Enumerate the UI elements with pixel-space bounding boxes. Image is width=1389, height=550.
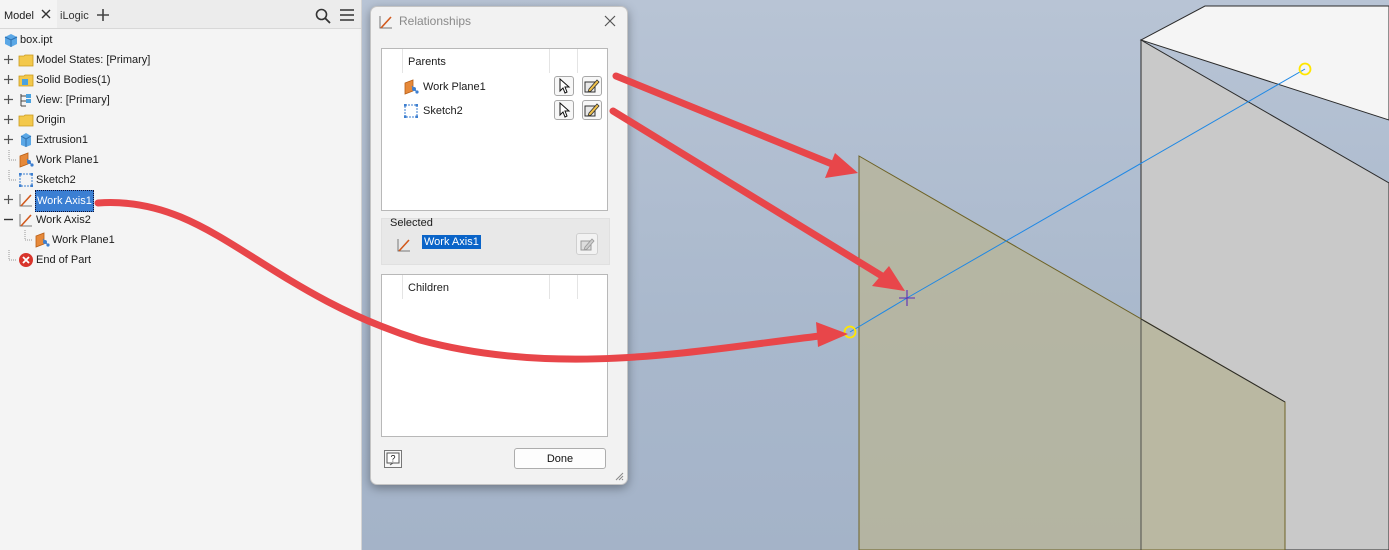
tree-item-label: Sketch2 — [36, 174, 76, 186]
part-icon — [4, 34, 18, 47]
dialog-title: Relationships — [399, 14, 472, 28]
tree-item-label: Model States: [Primary] — [36, 54, 151, 66]
collapse-minus-icon[interactable] — [4, 215, 13, 224]
tree-item-sketch2[interactable]: Sketch2 — [0, 170, 360, 190]
close-icon[interactable] — [40, 8, 52, 20]
tree-item-view[interactable]: View: [Primary] — [0, 90, 360, 110]
tree-item-work-plane1[interactable]: Work Plane1 — [0, 150, 360, 170]
solid-bodies-folder-icon — [18, 74, 34, 87]
folder-icon — [18, 54, 34, 67]
cursor-icon — [559, 77, 571, 94]
work-axis-icon — [19, 214, 32, 227]
tree-connector-line — [8, 250, 17, 261]
work-axis-icon — [397, 239, 410, 252]
expand-plus-icon[interactable] — [4, 115, 13, 124]
tab-model-label: Model — [4, 10, 34, 22]
select-parent-button[interactable] — [554, 100, 574, 120]
work-axis-icon — [19, 194, 32, 207]
parent-label: Work Plane1 — [423, 81, 486, 93]
selected-group-label: Selected — [390, 217, 433, 229]
edit-icon — [580, 238, 595, 251]
add-tab-icon[interactable] — [96, 8, 110, 22]
model-browser-panel: Model iLogic box.ipt Model States: [Prim… — [0, 0, 362, 550]
tree-connector-line — [24, 230, 33, 241]
parent-row-sketch2[interactable]: Sketch2 — [382, 99, 607, 123]
expand-plus-icon[interactable] — [4, 55, 13, 64]
done-button[interactable]: Done — [514, 448, 606, 469]
edit-parent-button[interactable] — [582, 76, 602, 96]
work-plane-icon — [35, 232, 50, 248]
tree-connector-line — [8, 170, 17, 181]
tree-item-label: Solid Bodies(1) — [36, 74, 111, 86]
expand-plus-icon[interactable] — [4, 195, 13, 204]
work-plane-icon — [404, 79, 419, 95]
children-header-label: Children — [408, 282, 449, 294]
tree-item-label: Work Plane1 — [52, 234, 115, 246]
edit-selected-button[interactable] — [576, 233, 598, 255]
tree-connector-line — [8, 150, 17, 161]
tree-item-solid-bodies[interactable]: Solid Bodies(1) — [0, 70, 360, 90]
help-icon: ? — [386, 452, 400, 466]
edit-icon — [584, 79, 600, 93]
parents-header: Parents — [382, 49, 607, 73]
tree-item-model-states[interactable]: Model States: [Primary] — [0, 50, 360, 70]
search-icon[interactable] — [315, 8, 331, 24]
tab-model[interactable]: Model — [0, 0, 57, 28]
tree-item-box-ipt[interactable]: box.ipt — [0, 30, 360, 50]
tree-item-label: Work Axis2 — [36, 214, 91, 226]
work-axis-icon — [379, 16, 392, 29]
tree-item-label: View: [Primary] — [36, 94, 110, 106]
parents-list[interactable]: Parents Work Plane1 Sketch2 — [381, 48, 608, 211]
extrusion-icon — [20, 133, 32, 147]
menu-icon[interactable] — [340, 9, 354, 21]
expand-plus-icon[interactable] — [4, 135, 13, 144]
select-parent-button[interactable] — [554, 76, 574, 96]
tree-item-label: Origin — [36, 114, 66, 126]
tree-item-work-axis2[interactable]: Work Axis2 — [0, 210, 360, 230]
tree-item-label: Work Axis1 — [35, 190, 94, 212]
relationships-dialog: Relationships Parents Work Plane1 Sketch… — [370, 6, 628, 485]
selected-value: Work Axis1 — [422, 235, 481, 249]
help-button[interactable]: ? — [384, 450, 402, 468]
sketch-icon — [404, 104, 418, 118]
tree-item-work-axis1[interactable]: Work Axis1 — [0, 190, 360, 212]
expand-plus-icon[interactable] — [4, 75, 13, 84]
close-icon[interactable] — [604, 15, 616, 27]
browser-tab-bar: Model iLogic — [0, 0, 361, 29]
tree-item-label: End of Part — [36, 254, 92, 266]
parent-label: Sketch2 — [423, 105, 463, 117]
tree-item-work-plane1-child[interactable]: Work Plane1 — [0, 230, 360, 250]
children-list[interactable]: Children — [381, 274, 608, 437]
tab-ilogic[interactable]: iLogic — [60, 0, 89, 28]
expand-plus-icon[interactable] — [4, 95, 13, 104]
edit-parent-button[interactable] — [582, 100, 602, 120]
edit-icon — [584, 103, 600, 117]
tree-item-label: Work Plane1 — [36, 154, 99, 166]
cursor-icon — [559, 101, 571, 118]
svg-text:?: ? — [390, 454, 395, 464]
resize-grip-icon[interactable] — [614, 471, 624, 481]
tab-ilogic-label: iLogic — [60, 10, 89, 22]
selected-group: Selected Work Axis1 — [381, 217, 610, 265]
tree-item-extrusion1[interactable]: Extrusion1 — [0, 130, 360, 150]
parents-header-label: Parents — [408, 56, 446, 68]
children-header: Children — [382, 275, 607, 299]
tree-item-label: Extrusion1 — [36, 134, 88, 146]
sketch-icon — [19, 173, 33, 187]
end-of-part-icon — [19, 253, 33, 267]
folder-icon — [18, 114, 34, 127]
tree-item-origin[interactable]: Origin — [0, 110, 360, 130]
work-plane-icon — [19, 152, 34, 168]
tree-item-label: box.ipt — [20, 34, 53, 46]
tree-item-end-of-part[interactable]: End of Part — [0, 250, 360, 270]
parent-row-work-plane1[interactable]: Work Plane1 — [382, 75, 607, 99]
view-icon — [20, 94, 31, 107]
